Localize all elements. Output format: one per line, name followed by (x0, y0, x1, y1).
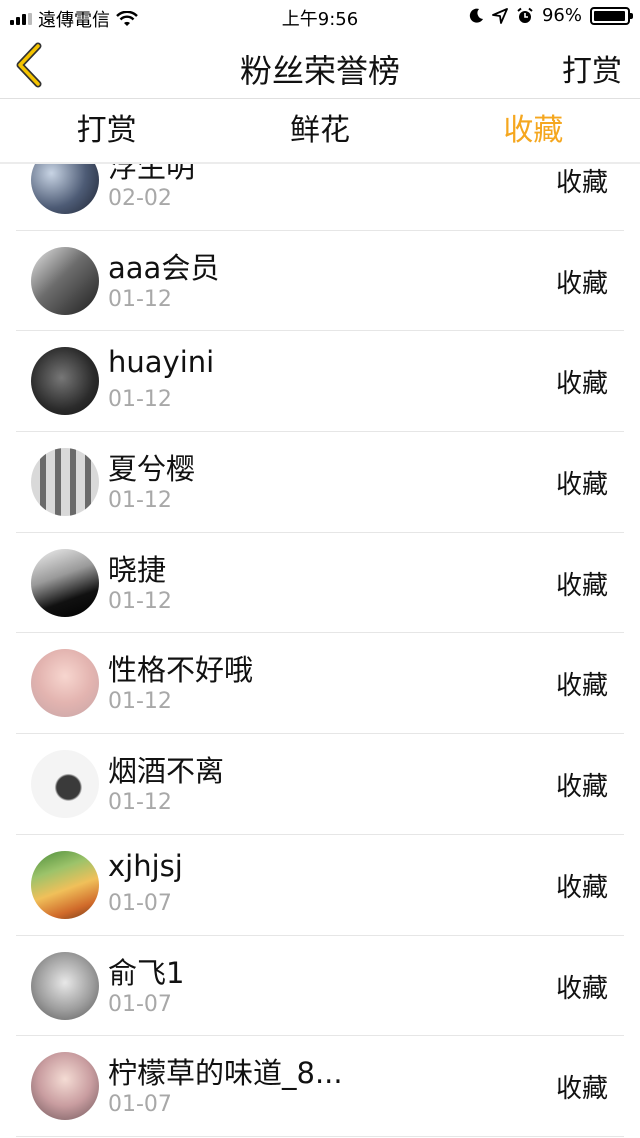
moon-icon (469, 8, 483, 23)
action-label: 收藏 (555, 872, 608, 903)
action-label: 收藏 (555, 973, 608, 1004)
fan-date: 01-07 (108, 1092, 172, 1118)
fan-list[interactable]: 浮生明 02-02 收藏 aaa会员 01-12 收藏 huayini 01-1… (0, 164, 640, 1138)
list-item[interactable]: 晓捷 01-12 收藏 (16, 533, 624, 634)
avatar (31, 548, 99, 617)
list-item[interactable]: 烟酒不离 01-12 收藏 (16, 734, 624, 835)
action-label: 收藏 (555, 1074, 608, 1105)
alarm-icon (517, 7, 533, 23)
battery-fill (594, 10, 625, 21)
fan-date: 01-12 (108, 488, 172, 514)
battery-icon (590, 6, 633, 25)
avatar (31, 164, 99, 214)
tab-reward[interactable]: 打赏 (0, 99, 213, 163)
list-item[interactable]: 柠檬草的味道_8... 01-07 收藏 (16, 1036, 624, 1137)
avatar (31, 649, 99, 718)
fan-name: huayini (108, 345, 215, 380)
list-item[interactable]: 性格不好哦 01-12 收藏 (16, 633, 624, 735)
fan-date: 01-12 (108, 588, 172, 614)
list-item[interactable]: xjhjsj 01-07 收藏 (16, 835, 624, 936)
fan-name: aaa会员 (108, 250, 220, 285)
fan-date: 01-07 (108, 991, 172, 1017)
reward-button[interactable]: 打赏 (562, 46, 622, 90)
fan-date: 01-12 (108, 689, 172, 715)
fan-name: 夏兮樱 (108, 452, 196, 487)
fan-date: 01-12 (108, 790, 172, 816)
avatar (31, 951, 99, 1020)
fan-name: 晓捷 (108, 552, 167, 587)
fan-date: 01-12 (108, 286, 172, 312)
fan-name: 俞飞1 (108, 955, 185, 990)
avatar (31, 1052, 99, 1121)
status-bar: 遠傳電信 上午9:56 96% (0, 0, 640, 32)
action-label: 收藏 (555, 268, 608, 299)
action-label: 收藏 (555, 470, 608, 501)
battery-percent: 96% (541, 5, 582, 26)
nav-bar: 粉丝荣誉榜 打赏 (0, 32, 640, 98)
tab-favorites[interactable]: 收藏 (427, 99, 640, 163)
list-item[interactable]: huayini 01-12 收藏 (16, 331, 624, 433)
avatar (31, 347, 99, 416)
avatar (31, 246, 99, 315)
list-item[interactable]: 浮生明 02-02 收藏 (16, 164, 624, 231)
status-right: 96% (468, 5, 633, 26)
tab-flowers[interactable]: 鲜花 (213, 99, 426, 163)
avatar (31, 850, 99, 919)
fan-name: 浮生明 (108, 164, 196, 184)
fan-name: 性格不好哦 (108, 653, 254, 688)
tab-bar: 打赏 鲜花 收藏 (0, 99, 640, 163)
list-item[interactable]: 俞飞1 01-07 收藏 (16, 936, 624, 1037)
list-item[interactable]: aaa会员 01-12 收藏 (16, 231, 624, 332)
list-item[interactable]: 夏兮樱 01-12 收藏 (16, 432, 624, 533)
action-label: 收藏 (555, 369, 608, 400)
fan-list-content: 浮生明 02-02 收藏 aaa会员 01-12 收藏 huayini 01-1… (0, 164, 640, 1137)
fan-name: 烟酒不离 (108, 754, 225, 789)
location-arrow-icon (492, 7, 508, 24)
action-label: 收藏 (555, 168, 608, 198)
fan-date: 02-02 (108, 186, 172, 211)
fan-name: xjhjsj (108, 848, 183, 883)
action-label: 收藏 (555, 772, 608, 803)
avatar (31, 750, 99, 819)
action-label: 收藏 (555, 570, 608, 601)
avatar (31, 448, 99, 517)
action-label: 收藏 (555, 671, 608, 702)
fan-date: 01-12 (108, 387, 172, 413)
page-title: 粉丝荣誉榜 (239, 52, 400, 90)
fan-date: 01-07 (108, 890, 172, 916)
fan-name: 柠檬草的味道_8... (108, 1056, 343, 1091)
